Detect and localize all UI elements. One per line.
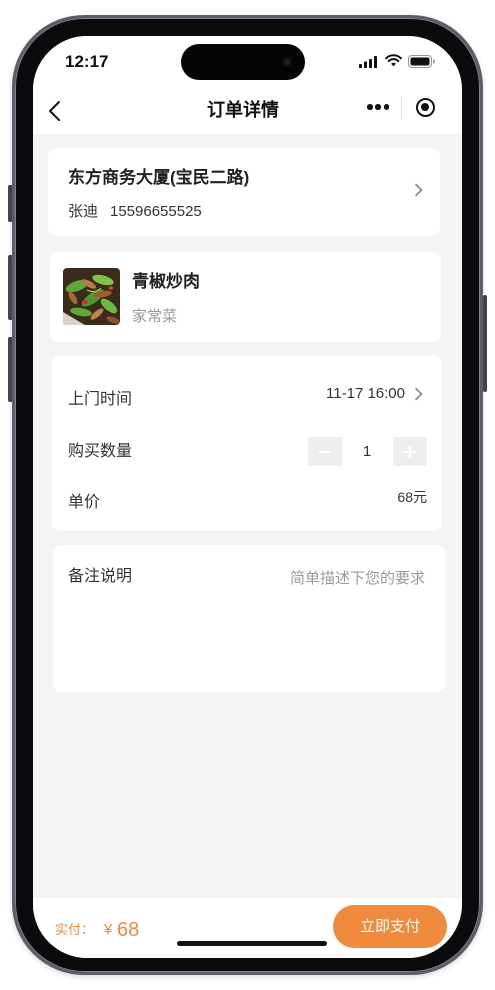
chevron-right-icon <box>415 183 423 197</box>
more-dots-icon[interactable] <box>367 104 389 110</box>
phone-screen: 12:17 订单详情 东方商务大厦(宝民二路) 张迪 15596655525 青… <box>33 36 462 958</box>
paid-amount: 68 <box>117 919 140 941</box>
remarks-label: 备注说明 <box>68 568 133 585</box>
target-circle-icon[interactable] <box>416 98 435 117</box>
menu-dot <box>367 104 373 110</box>
pay-now-button[interactable]: 立即支付 <box>333 905 447 948</box>
unit-price-value: 68元 <box>397 489 427 505</box>
capsule-divider <box>401 96 402 120</box>
contact-phone: 15596655525 <box>110 203 202 220</box>
camera-icon <box>282 57 292 67</box>
quantity-value: 1 <box>362 443 372 460</box>
quantity-decrement-button[interactable] <box>308 437 342 466</box>
menu-dot <box>383 104 389 110</box>
dynamic-island <box>181 44 305 80</box>
visit-time-label: 上门时间 <box>68 391 133 408</box>
minus-icon <box>319 450 331 453</box>
target-dot <box>421 103 430 112</box>
order-details-card: 上门时间 11-17 16:00 购买数量 1 单价 68元 <box>52 356 442 531</box>
chevron-right-icon <box>415 387 423 401</box>
power-button <box>483 295 487 392</box>
home-indicator <box>177 941 327 946</box>
address-building: 东方商务大厦(宝民二路) <box>68 168 250 187</box>
plus-icon <box>409 445 411 458</box>
visit-time-value[interactable]: 11-17 16:00 <box>326 384 405 404</box>
remarks-card: 备注说明 <box>53 545 445 692</box>
checkout-bar: 实付： ¥ 68 立即支付 <box>33 898 462 958</box>
product-card: 青椒炒肉 家常菜 <box>50 252 441 342</box>
page-title: 订单详情 <box>207 100 279 120</box>
wifi-icon <box>385 54 402 67</box>
quantity-increment-button[interactable] <box>393 437 427 466</box>
address-card[interactable]: 东方商务大厦(宝民二路) 张迪 15596655525 <box>48 148 440 236</box>
unit-price-label: 单价 <box>68 494 101 511</box>
signal-icon <box>359 56 377 68</box>
currency-symbol: ¥ <box>104 921 113 938</box>
battery-icon <box>408 55 435 68</box>
menu-dot <box>375 104 381 110</box>
status-time: 12:17 <box>65 52 109 71</box>
paid-label: 实付： <box>55 922 95 937</box>
product-name: 青椒炒肉 <box>132 272 200 291</box>
contact-name: 张迪 <box>68 203 99 220</box>
product-thumbnail <box>63 268 120 325</box>
phone-frame: 12:17 订单详情 东方商务大厦(宝民二路) 张迪 15596655525 青… <box>12 15 483 975</box>
remarks-input[interactable] <box>203 567 425 677</box>
quantity-label: 购买数量 <box>68 443 133 460</box>
product-category: 家常菜 <box>132 308 178 325</box>
